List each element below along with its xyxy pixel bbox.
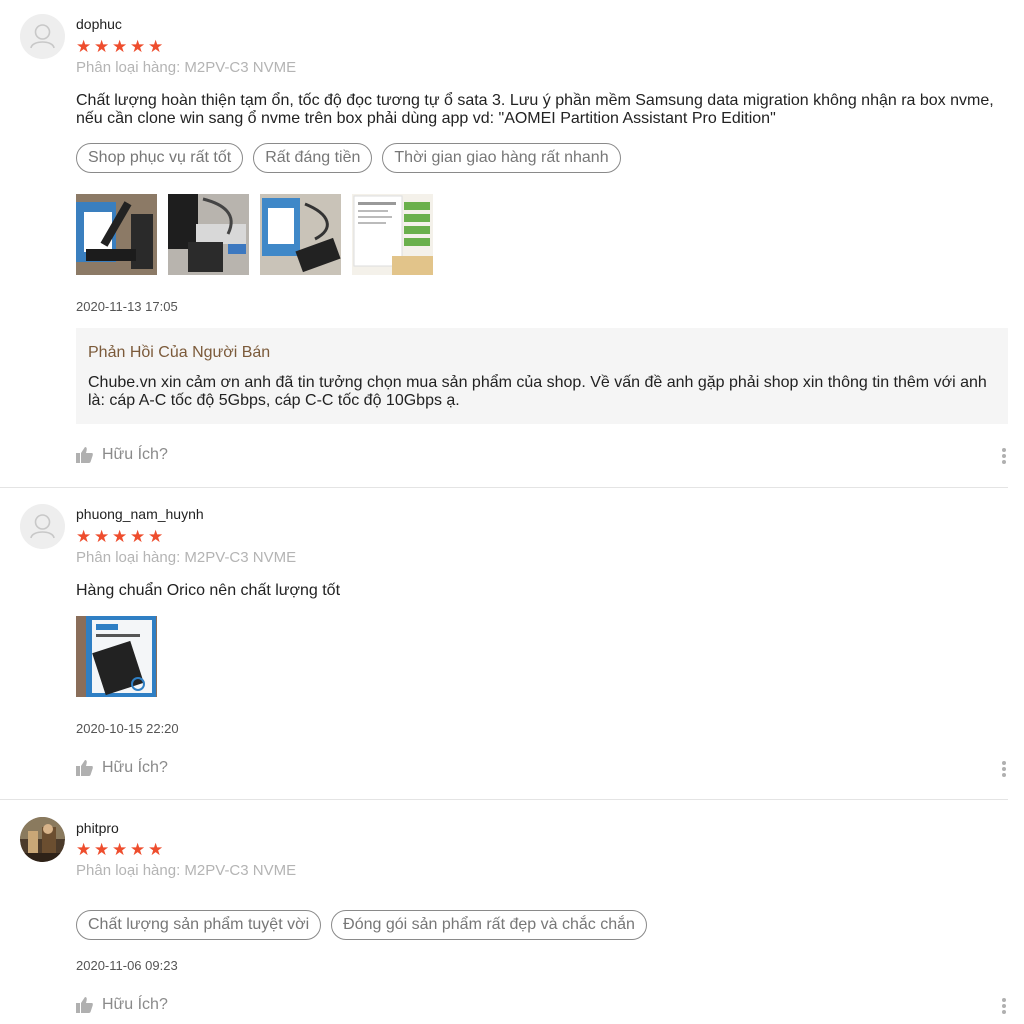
review-comment: Chất lượng hoàn thiện tạm ổn, tốc độ đọc… <box>76 92 994 127</box>
review-photo[interactable] <box>76 194 157 275</box>
review-photo[interactable] <box>260 194 341 275</box>
review-tag: Shop phục vụ rất tốt <box>76 143 244 173</box>
star-icon: ★ <box>94 37 110 56</box>
thumbs-up-icon <box>76 760 93 776</box>
star-icon: ★ <box>94 527 110 546</box>
review-tag: Chất lượng sản phẩm tuyệt vời <box>76 910 322 940</box>
helpful-label: Hữu Ích? <box>102 759 168 776</box>
review-date: 2020-10-15 22:20 <box>76 721 179 736</box>
star-icon: ★ <box>76 37 92 56</box>
helpful-button[interactable]: Hữu Ích? <box>76 446 168 464</box>
product-variant: Phân loại hàng: M2PV-C3 NVME <box>76 862 297 879</box>
review-tag: Rất đáng tiền <box>253 143 373 173</box>
rating-stars: ★ ★ ★ ★ ★ <box>76 37 164 56</box>
review-photo[interactable] <box>168 194 249 275</box>
review-photos <box>76 194 433 275</box>
review-photo[interactable] <box>76 616 157 697</box>
star-icon: ★ <box>148 840 164 859</box>
review-tag: Đóng gói sản phẩm rất đẹp và chắc chắn <box>331 910 647 940</box>
star-icon: ★ <box>130 840 146 859</box>
star-icon: ★ <box>112 527 128 546</box>
more-vertical-icon[interactable] <box>1002 446 1008 466</box>
avatar[interactable] <box>20 14 65 59</box>
review-comment: Hàng chuẩn Orico nên chất lượng tốt <box>76 582 341 599</box>
star-icon: ★ <box>130 527 146 546</box>
avatar[interactable] <box>20 817 65 862</box>
review-date: 2020-11-13 17:05 <box>76 299 178 314</box>
star-icon: ★ <box>148 37 164 56</box>
star-icon: ★ <box>94 840 110 859</box>
avatar[interactable] <box>20 504 65 549</box>
review-photo[interactable] <box>352 194 433 275</box>
review-photos <box>76 616 157 697</box>
more-vertical-icon[interactable] <box>1002 759 1008 779</box>
review-item: phuong_nam_huynh ★ ★ ★ ★ ★ Phân loại hàn… <box>0 488 1024 800</box>
star-icon: ★ <box>76 840 92 859</box>
username[interactable]: phuong_nam_huynh <box>76 506 204 522</box>
seller-reply-text: Chube.vn xin cảm ơn anh đã tin tưởng chọ… <box>88 374 987 409</box>
default-avatar-icon <box>20 14 65 59</box>
seller-reply: Phản Hồi Của Người Bán Chube.vn xin cảm … <box>76 328 1008 424</box>
user-photo-avatar <box>20 817 65 862</box>
username[interactable]: phitpro <box>76 820 119 836</box>
thumbs-up-icon <box>76 997 93 1013</box>
thumbs-up-icon <box>76 447 93 463</box>
star-icon: ★ <box>130 37 146 56</box>
review-tags: Chất lượng sản phẩm tuyệt vời Đóng gói s… <box>76 910 647 940</box>
helpful-label: Hữu Ích? <box>102 446 168 463</box>
product-variant: Phân loại hàng: M2PV-C3 NVME <box>76 59 297 76</box>
review-item: phitpro ★ ★ ★ ★ ★ Phân loại hàng: M2PV-C… <box>0 800 1024 1024</box>
helpful-button[interactable]: Hữu Ích? <box>76 996 168 1014</box>
star-icon: ★ <box>112 37 128 56</box>
rating-stars: ★ ★ ★ ★ ★ <box>76 840 164 859</box>
default-avatar-icon <box>20 504 65 549</box>
seller-reply-title: Phản Hồi Của Người Bán <box>88 344 271 361</box>
review-item: dophuc ★ ★ ★ ★ ★ Phân loại hàng: M2PV-C3… <box>0 0 1024 487</box>
product-variant: Phân loại hàng: M2PV-C3 NVME <box>76 549 297 566</box>
helpful-button[interactable]: Hữu Ích? <box>76 759 168 777</box>
star-icon: ★ <box>112 840 128 859</box>
helpful-label: Hữu Ích? <box>102 996 168 1013</box>
username[interactable]: dophuc <box>76 16 122 32</box>
star-icon: ★ <box>76 527 92 546</box>
more-vertical-icon[interactable] <box>1002 996 1008 1016</box>
rating-stars: ★ ★ ★ ★ ★ <box>76 527 164 546</box>
review-tag: Thời gian giao hàng rất nhanh <box>382 143 621 173</box>
star-icon: ★ <box>148 527 164 546</box>
review-date: 2020-11-06 09:23 <box>76 958 178 973</box>
review-tags: Shop phục vụ rất tốt Rất đáng tiền Thời … <box>76 143 621 173</box>
